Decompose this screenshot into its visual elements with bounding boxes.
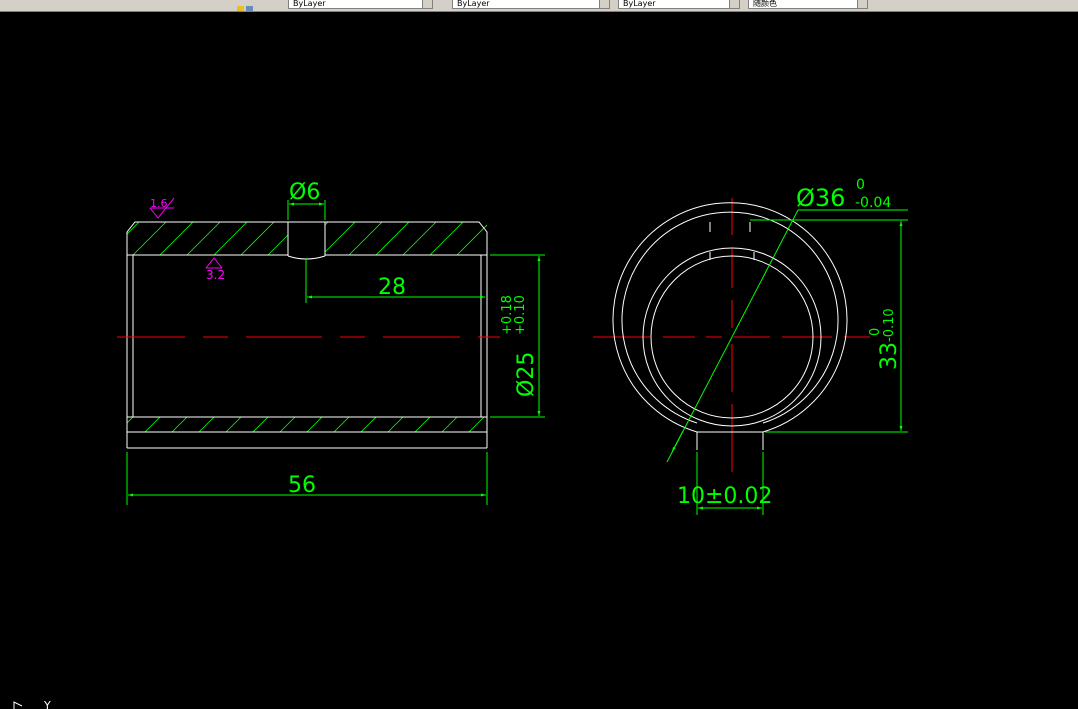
bore-dia-label: Ø25 (514, 352, 539, 397)
plotstyle-dropdown-value: 随颜色 (753, 0, 777, 8)
plotstyle-dropdown[interactable]: 随颜色 (748, 0, 868, 9)
ucs-y-label: Y (43, 699, 51, 709)
bore-dim-text: Ø25 +0.18 +0.10 (500, 295, 539, 397)
end-outline (612, 202, 848, 450)
outer-tol-upper: 0 (856, 177, 865, 193)
height-label: 33 (877, 342, 902, 370)
bore-tol-lower: +0.10 (513, 295, 528, 335)
outer-tol-lower: -0.04 (855, 195, 891, 211)
chevron-down-icon[interactable] (599, 0, 609, 8)
slot-width-label: 10±0.02 (677, 484, 772, 509)
roughness-outer-label: 1.6 (150, 197, 168, 210)
roughness-inner-label: 3.2 (206, 268, 225, 282)
outer-dia-label: Ø36 (796, 184, 845, 212)
hole-dia-label: Ø6 (289, 180, 320, 205)
hatch-bottom (127, 417, 485, 432)
roughness-symbol-inner (205, 257, 223, 269)
length-label: 56 (288, 473, 316, 498)
drawing-canvas[interactable]: 1.6 3.2 Ø6 28 56 Ø25 +0.18 +0.10 Ø36 0 -… (0, 12, 1078, 709)
lineweight-dropdown[interactable]: ByLayer (618, 0, 740, 9)
layer-icon[interactable] (236, 0, 254, 11)
ucs-icon: Y (13, 699, 51, 709)
linetype-dropdown-value: ByLayer (457, 0, 490, 8)
hole-pos-label: 28 (378, 275, 406, 300)
height-tol-lower: -0.10 (882, 308, 897, 342)
chevron-down-icon[interactable] (422, 0, 432, 8)
end-centerlines (593, 198, 870, 472)
linetype-dropdown[interactable]: ByLayer (452, 0, 610, 9)
chevron-down-icon[interactable] (857, 0, 867, 8)
end-dimensions (666, 209, 908, 515)
color-dropdown[interactable]: ByLayer (288, 0, 433, 9)
section-dimensions (126, 200, 545, 505)
height-dim-text: 33 0 -0.10 (868, 308, 902, 370)
section-view[interactable]: 1.6 3.2 Ø6 28 56 Ø25 +0.18 +0.10 (93, 180, 545, 505)
lineweight-dropdown-value: ByLayer (623, 0, 656, 8)
chevron-down-icon[interactable] (729, 0, 739, 8)
color-dropdown-value: ByLayer (293, 0, 326, 8)
properties-toolbar: ByLayer ByLayer ByLayer 随颜色 (0, 0, 1078, 12)
height-tol-upper: 0 (868, 328, 883, 336)
end-view[interactable]: Ø36 0 -0.04 33 0 -0.10 10±0.02 (593, 177, 908, 515)
